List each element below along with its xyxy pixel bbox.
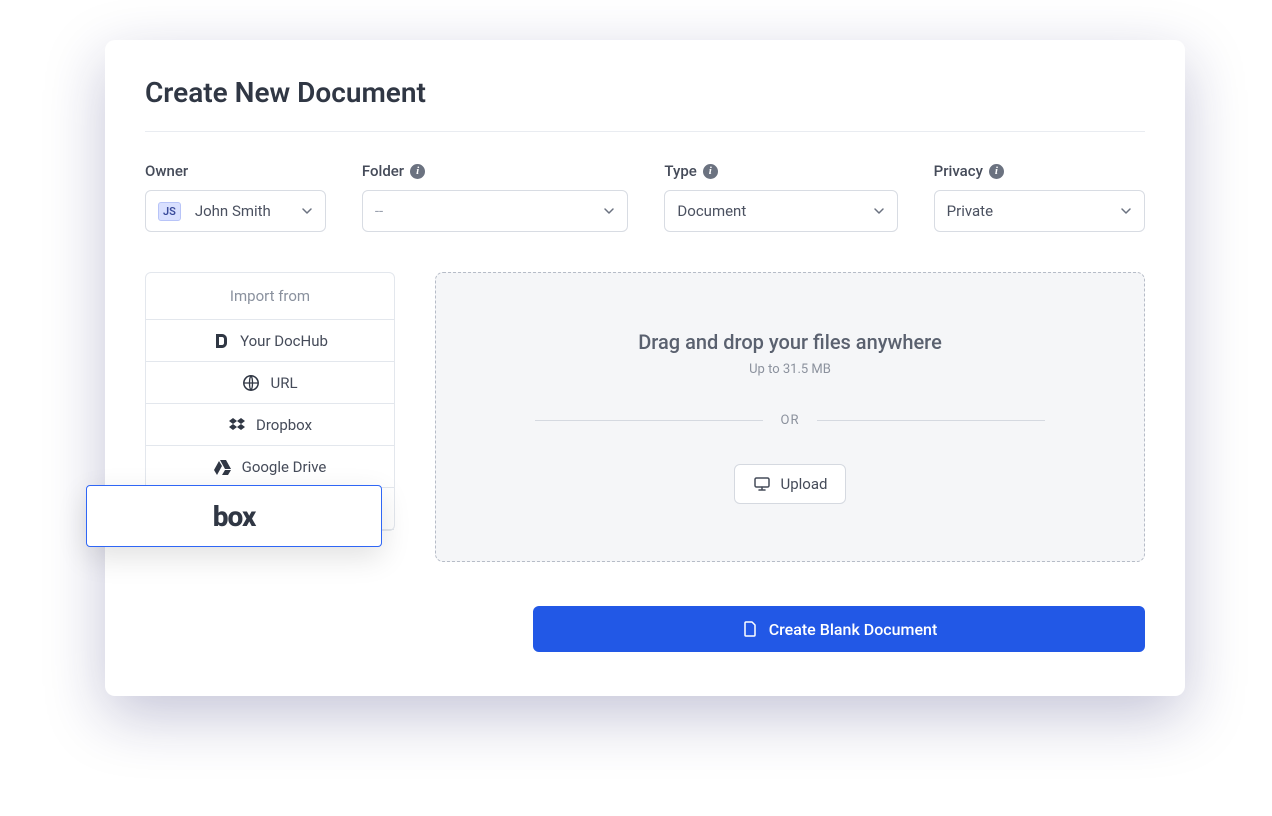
folder-label: Folder: [362, 162, 404, 180]
import-panel: Import from Your DocHub URL Dropbox: [145, 272, 395, 531]
import-item-label: Google Drive: [242, 458, 327, 476]
owner-avatar-chip: JS: [158, 202, 181, 221]
or-text: OR: [781, 413, 800, 428]
privacy-select[interactable]: Private: [934, 190, 1145, 232]
owner-select[interactable]: JS John Smith: [145, 190, 326, 232]
chevron-down-icon: [603, 205, 615, 217]
info-icon[interactable]: i: [410, 164, 425, 179]
box-logo: box: [213, 500, 256, 533]
dochub-icon: [212, 332, 230, 350]
divider: [817, 420, 1044, 421]
or-separator: OR: [535, 413, 1045, 428]
globe-icon: [242, 374, 260, 392]
chevron-down-icon: [1120, 205, 1132, 217]
page-title: Create New Document: [145, 76, 1145, 109]
type-field: Type i Document: [664, 162, 897, 232]
divider: [145, 131, 1145, 132]
meta-form-row: Owner JS John Smith Folder i --: [145, 162, 1145, 232]
owner-field: Owner JS John Smith: [145, 162, 326, 232]
import-item-label: Dropbox: [256, 416, 312, 434]
info-icon[interactable]: i: [989, 164, 1004, 179]
divider: [535, 420, 762, 421]
type-value: Document: [677, 202, 872, 220]
privacy-value: Private: [947, 202, 1120, 220]
type-label: Type: [664, 162, 696, 180]
monitor-icon: [753, 475, 771, 493]
import-item-box-highlight[interactable]: box: [86, 485, 382, 547]
folder-select[interactable]: --: [362, 190, 629, 232]
privacy-label: Privacy: [934, 162, 983, 180]
owner-label: Owner: [145, 162, 188, 180]
type-select[interactable]: Document: [664, 190, 897, 232]
create-document-card: Create New Document Owner JS John Smith …: [105, 40, 1185, 696]
google-drive-icon: [214, 458, 232, 476]
dropbox-icon: [228, 416, 246, 434]
folder-value: --: [375, 202, 604, 220]
primary-button-label: Create Blank Document: [769, 620, 938, 639]
import-item-url[interactable]: URL: [146, 362, 394, 404]
create-blank-document-button[interactable]: Create Blank Document: [533, 606, 1145, 652]
file-dropzone[interactable]: Drag and drop your files anywhere Up to …: [435, 272, 1145, 562]
privacy-field: Privacy i Private: [934, 162, 1145, 232]
chevron-down-icon: [301, 205, 313, 217]
folder-field: Folder i --: [362, 162, 629, 232]
import-item-dropbox[interactable]: Dropbox: [146, 404, 394, 446]
import-item-gdrive[interactable]: Google Drive: [146, 446, 394, 488]
upload-button-label: Upload: [781, 475, 828, 493]
dropzone-title: Drag and drop your files anywhere: [638, 330, 942, 354]
import-item-label: URL: [270, 374, 297, 392]
main-row: Import from Your DocHub URL Dropbox: [145, 272, 1145, 562]
owner-value: John Smith: [195, 202, 293, 220]
dropzone-subtitle: Up to 31.5 MB: [749, 362, 831, 377]
info-icon[interactable]: i: [703, 164, 718, 179]
import-item-dochub[interactable]: Your DocHub: [146, 320, 394, 362]
document-icon: [741, 620, 759, 638]
chevron-down-icon: [873, 205, 885, 217]
upload-button[interactable]: Upload: [734, 464, 847, 504]
import-item-label: Your DocHub: [240, 332, 328, 350]
import-heading: Import from: [146, 273, 394, 320]
